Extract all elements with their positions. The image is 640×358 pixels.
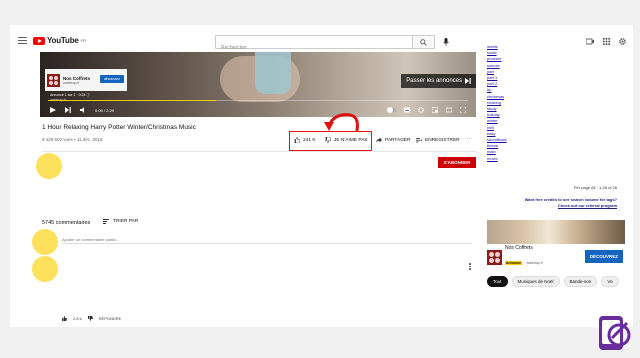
credits-promo: Want free credits to see search volume f… — [487, 197, 617, 208]
settings-icon[interactable] — [418, 107, 424, 113]
theater-mode-icon[interactable] — [446, 107, 452, 113]
search-box — [215, 35, 435, 54]
logo-region: FR — [80, 38, 86, 43]
progress-fill — [48, 100, 216, 101]
play-logo-icon — [33, 36, 45, 45]
ad-brand-url: watetrap.fr — [63, 80, 80, 85]
redaction-circle-channel-avatar — [36, 153, 62, 179]
sidebar-ad-cta-button[interactable]: DÉCOUVREZ — [584, 250, 623, 263]
sort-label: TRIER PAR — [113, 219, 139, 224]
subtitles-icon[interactable] — [404, 107, 410, 113]
thumbs-up-icon — [294, 137, 300, 143]
like-button[interactable]: 241 K — [294, 137, 316, 143]
skip-ads-label: Passer les annonces — [406, 78, 462, 84]
redaction-circle-user-avatar — [32, 229, 58, 255]
thumbs-down-icon — [325, 137, 331, 143]
dislike-button[interactable]: JE N'AIME PAS — [325, 137, 368, 143]
play-icon[interactable] — [50, 107, 56, 113]
filter-chips: Tout Musiques de Noël Bande-son Vo — [487, 276, 619, 287]
video-title: 1 Hour Relaxing Harry Potter Winter/Chri… — [42, 124, 196, 131]
hamburger-menu-icon[interactable] — [18, 37, 27, 44]
view-count-date: 9 429 502 vues • 11 déc. 2018 — [42, 137, 103, 142]
microphone-icon[interactable] — [443, 38, 449, 46]
autoplay-toggle[interactable] — [387, 107, 396, 113]
subscribe-button[interactable]: S'ABONNER — [438, 157, 476, 168]
volume-icon[interactable] — [80, 107, 86, 113]
miniplayer-icon[interactable] — [432, 107, 438, 113]
next-video-icon[interactable] — [65, 107, 71, 113]
save-label: ENREGISTRER — [425, 137, 460, 143]
chip-all[interactable]: Tout — [487, 276, 508, 287]
reply-button[interactable]: RÉPONDRE — [99, 316, 122, 321]
time-display: 0:05 / 2:29 — [95, 107, 114, 113]
skip-ads-button[interactable]: Passer les annonces — [401, 74, 476, 88]
sidebar-ad-url: watetrap.fr — [526, 261, 543, 265]
ad-cta-button[interactable]: découvrez — [99, 75, 124, 83]
sort-button[interactable]: TRIER PAR — [103, 219, 138, 224]
skip-next-icon — [465, 78, 471, 84]
ad-overlay-card[interactable]: Nos Coffrets watetrap.fr découvrez — [45, 69, 127, 91]
player-controls: 0:05 / 2:29 — [40, 103, 476, 117]
fullscreen-icon[interactable] — [460, 107, 466, 113]
tag-link[interactable]: movie — [487, 156, 627, 162]
brand-logo-icon — [47, 73, 60, 87]
ad-brand-name: Nos Coffrets — [63, 75, 91, 81]
comment-like-icon[interactable] — [62, 316, 67, 321]
share-arrow-icon — [376, 137, 382, 143]
divider — [42, 151, 476, 152]
sidebar-ad-image[interactable] — [487, 220, 625, 244]
sidebar-ad[interactable]: Nos Coffrets Annonce watetrap.fr DÉCOUVR… — [487, 245, 625, 267]
ad-badge: Annonce — [505, 261, 522, 265]
search-icon — [420, 38, 427, 46]
share-button[interactable]: PARTAGER — [376, 137, 411, 143]
comment-actions: 2,8 k RÉPONDRE — [62, 316, 121, 321]
like-count: 241 K — [303, 137, 316, 143]
comments-count: 5745 commentaires — [42, 220, 91, 226]
chip-christmas-music[interactable]: Musiques de Noël — [511, 276, 560, 287]
save-button[interactable]: ENREGISTRER — [416, 137, 460, 143]
dislike-label: JE N'AIME PAS — [334, 137, 368, 143]
site-watermark-logo — [599, 316, 631, 350]
sort-lines-icon — [103, 219, 109, 224]
chip-soundtrack[interactable]: Bande-son — [563, 276, 598, 287]
comment-like-count: 2,8 k — [73, 316, 82, 321]
sidebar-brand-logo-icon — [487, 249, 502, 265]
comment-menu-icon[interactable] — [469, 263, 471, 270]
redaction-circle-commenter-avatar — [32, 256, 58, 282]
share-label: PARTAGER — [385, 137, 411, 143]
more-actions-button[interactable]: ··· — [467, 137, 472, 142]
annotation-arrow-icon — [324, 113, 359, 132]
comment-dislike-icon[interactable] — [87, 316, 93, 321]
playlist-add-icon — [416, 138, 422, 143]
logo-text: YouTube — [47, 36, 79, 45]
tag-list: obbits sodst phoeme sokose part part 1 part 2h… — [487, 44, 627, 184]
pagination-info[interactable]: Per page All · 1-28 of 28 — [574, 185, 617, 190]
video-frame-cup — [255, 52, 291, 94]
chip-more[interactable]: Vo — [601, 276, 619, 287]
youtube-logo[interactable]: YouTube FR — [33, 36, 86, 45]
progress-bar[interactable] — [48, 100, 468, 101]
video-player[interactable]: Nos Coffrets watetrap.fr découvrez Annon… — [40, 52, 476, 117]
search-button[interactable] — [412, 36, 434, 48]
add-comment-input[interactable] — [62, 236, 472, 244]
referral-link[interactable]: Check out our referral program — [487, 203, 617, 209]
more-dots-icon: ··· — [467, 137, 472, 142]
